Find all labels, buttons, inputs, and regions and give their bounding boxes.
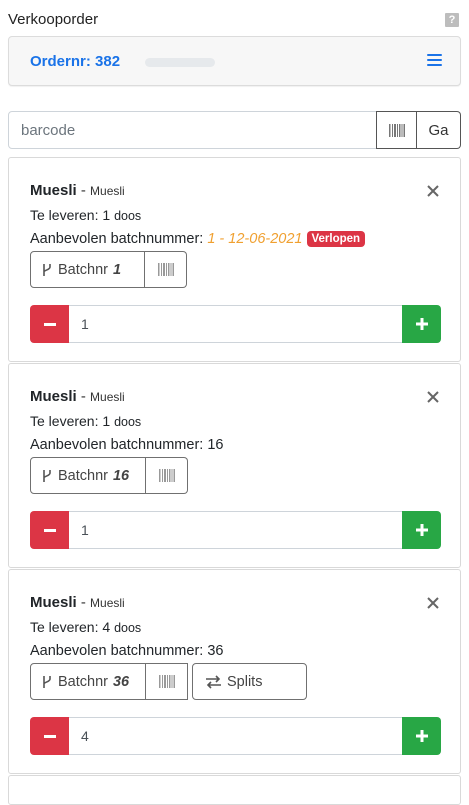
separator: - <box>80 388 86 405</box>
batch-button-label: Batchnr <box>58 467 108 484</box>
batch-button-number: 16 <box>112 467 130 484</box>
order-line-card: Muesli - Muesli Te leveren: 1 doos Aanbe… <box>8 157 461 362</box>
batch-value: 16 <box>207 437 224 453</box>
barcode-icon <box>388 123 405 137</box>
deliver-line: Te leveren: 1 doos <box>30 207 141 223</box>
product-subname: Muesli <box>90 390 125 404</box>
recommended-batch-line: Aanbevolen batchnummer: 1 - 12-06-2021 V… <box>30 231 366 247</box>
code-fork-icon <box>43 469 51 482</box>
deliver-unit: doos <box>114 209 142 223</box>
batch-button-row: Batchnr 36 Splits <box>30 663 307 700</box>
deliver-qty: 4 <box>102 619 111 635</box>
exchange-icon <box>206 674 221 689</box>
barcode-icon <box>158 675 175 688</box>
deliver-line: Te leveren: 1 doos <box>30 413 141 429</box>
deliver-unit: doos <box>114 415 142 429</box>
batch-button-row: Batchnr 1 <box>30 251 187 288</box>
product-name: Muesli <box>30 182 77 199</box>
batch-barcode-button[interactable] <box>146 663 188 700</box>
recommended-batch-line: Aanbevolen batchnummer: 16 <box>30 437 223 453</box>
batch-value: 36 <box>207 643 224 659</box>
batch-button-row: Batchnr 16 <box>30 457 188 494</box>
barcode-icon <box>158 469 175 482</box>
batch-number-button[interactable]: Batchnr 36 <box>30 663 146 700</box>
deliver-label: Te leveren: <box>30 207 99 223</box>
barcode-search-group: Ga <box>8 111 461 149</box>
batch-barcode-button[interactable] <box>146 457 188 494</box>
deliver-line: Te leveren: 4 doos <box>30 619 141 635</box>
order-line-card: Muesli - Muesli Te leveren: 4 doos Aanbe… <box>8 569 461 774</box>
batch-label: Aanbevolen batchnummer: <box>30 643 204 659</box>
product-title: Muesli - Muesli <box>30 182 125 199</box>
barcode-icon <box>157 263 174 276</box>
batch-button-label: Batchnr <box>58 261 108 278</box>
decrease-button[interactable] <box>30 305 69 343</box>
loading-placeholder <box>145 58 215 67</box>
close-icon[interactable] <box>426 390 440 404</box>
quantity-stepper: 4 <box>30 717 441 755</box>
page-header: Verkooporder ? <box>8 10 461 30</box>
batch-button-label: Batchnr <box>58 673 108 690</box>
batch-number-button[interactable]: Batchnr 16 <box>30 457 146 494</box>
minus-icon <box>43 734 56 738</box>
go-button[interactable]: Ga <box>417 111 461 149</box>
splits-label: Splits <box>227 673 263 690</box>
product-title: Muesli - Muesli <box>30 594 125 611</box>
order-line-card-partial <box>8 775 461 805</box>
batch-label: Aanbevolen batchnummer: <box>30 437 204 453</box>
product-subname: Muesli <box>90 596 125 610</box>
product-name: Muesli <box>30 388 77 405</box>
increase-button[interactable] <box>402 305 441 343</box>
order-number[interactable]: Ordernr: 382 <box>30 53 120 70</box>
batch-button-number: 36 <box>112 673 130 690</box>
help-icon[interactable]: ? <box>445 13 459 27</box>
barcode-input[interactable] <box>8 111 377 149</box>
batch-button-number: 1 <box>112 261 122 278</box>
hamburger-menu-icon[interactable] <box>427 54 442 68</box>
code-fork-icon <box>43 675 51 688</box>
increase-button[interactable] <box>402 511 441 549</box>
batch-barcode-button[interactable] <box>145 251 187 288</box>
quantity-stepper: 1 <box>30 305 441 343</box>
recommended-batch-line: Aanbevolen batchnummer: 36 <box>30 643 223 659</box>
product-title: Muesli - Muesli <box>30 388 125 405</box>
product-name: Muesli <box>30 594 77 611</box>
quantity-input[interactable]: 1 <box>69 511 402 549</box>
product-subname: Muesli <box>90 184 125 198</box>
separator: - <box>80 182 86 199</box>
close-icon[interactable] <box>426 596 440 610</box>
expired-badge: Verlopen <box>306 231 366 247</box>
deliver-qty: 1 <box>102 413 111 429</box>
deliver-label: Te leveren: <box>30 413 99 429</box>
deliver-qty: 1 <box>102 207 111 223</box>
quantity-input[interactable]: 1 <box>69 305 402 343</box>
separator: - <box>80 594 86 611</box>
batch-number-button[interactable]: Batchnr 1 <box>30 251 145 288</box>
page-title: Verkooporder <box>8 11 99 28</box>
scan-barcode-button[interactable] <box>376 111 417 149</box>
code-fork-icon <box>43 263 51 276</box>
order-bar: Ordernr: 382 <box>8 36 461 86</box>
quantity-input[interactable]: 4 <box>69 717 402 755</box>
minus-icon <box>43 528 56 532</box>
deliver-unit: doos <box>114 621 142 635</box>
decrease-button[interactable] <box>30 717 69 755</box>
order-line-card: Muesli - Muesli Te leveren: 1 doos Aanbe… <box>8 363 461 568</box>
decrease-button[interactable] <box>30 511 69 549</box>
quantity-stepper: 1 <box>30 511 441 549</box>
close-icon[interactable] <box>426 184 440 198</box>
batch-value: 1 - 12-06-2021 <box>207 231 303 247</box>
splits-button[interactable]: Splits <box>192 663 307 700</box>
batch-label: Aanbevolen batchnummer: <box>30 231 204 247</box>
deliver-label: Te leveren: <box>30 619 99 635</box>
increase-button[interactable] <box>402 717 441 755</box>
minus-icon <box>43 322 56 326</box>
